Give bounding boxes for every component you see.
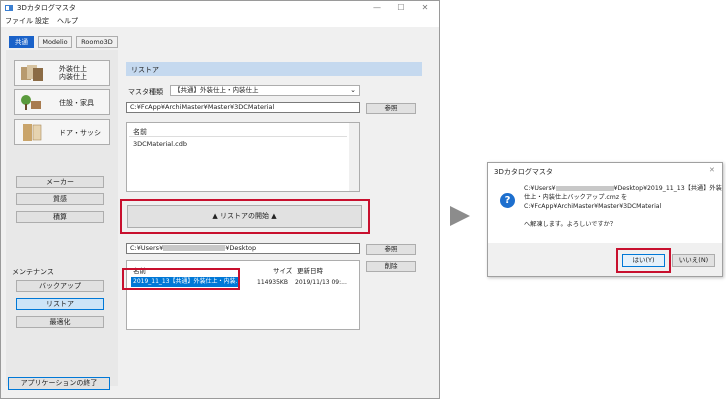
furniture-icon <box>21 95 41 110</box>
category-label: ドア・サッシ <box>59 129 101 137</box>
right-triangle-arrow-icon <box>450 206 470 226</box>
highlight-yes-button <box>616 248 671 273</box>
message-line3: C:¥FcApp¥ArchiMaster¥Master¥3DCMaterial <box>524 203 662 210</box>
master-type-label: マスタ種類 <box>128 88 163 96</box>
master-type-value: 【共通】外装仕上・内装仕上 <box>174 86 259 94</box>
maker-button[interactable]: メーカー <box>16 176 104 188</box>
highlight-backup-row <box>122 268 240 290</box>
menu-file[interactable]: ファイル <box>5 16 33 26</box>
menu-bar: ファイル 設定 ヘルプ <box>1 15 439 27</box>
backup-path-prefix: C:¥Users¥ <box>130 244 164 252</box>
tab-common[interactable]: 共通 <box>9 36 34 48</box>
menu-settings[interactable]: 設定 <box>35 16 49 26</box>
maximize-button[interactable]: ☐ <box>391 2 411 13</box>
category-exterior-interior-finish[interactable]: 外装仕上 内装仕上 <box>14 60 110 86</box>
texture-button[interactable]: 質感 <box>16 193 104 205</box>
app-icon <box>5 5 13 11</box>
dialog-title: 3Dカタログマスタ <box>494 168 553 176</box>
title-bar: 3Dカタログマスタ — ☐ ✕ <box>1 1 439 15</box>
chevron-down-icon: ⌄ <box>350 86 356 94</box>
delete-button[interactable]: 削除 <box>366 261 416 272</box>
category-label: 住設・家具 <box>59 99 94 107</box>
master-type-select[interactable]: 【共通】外装仕上・内装仕上 ⌄ <box>170 85 360 96</box>
browse-button[interactable]: 参照 <box>366 103 416 114</box>
redacted-username <box>555 185 614 191</box>
backup-path-field[interactable]: C:¥Users¥ ¥Desktop <box>126 243 360 254</box>
tab-modelio[interactable]: Modelio <box>38 36 72 48</box>
estimate-button[interactable]: 積算 <box>16 211 104 223</box>
tab-roomo3d[interactable]: Roomo3D <box>76 36 118 48</box>
section-title: リストア <box>131 66 159 74</box>
message-line1-suffix: ¥Desktop¥2019_11_13【共通】外装 <box>613 185 722 192</box>
restore-start-button[interactable]: ▲ リストアの開始 ▲ <box>127 205 362 228</box>
category-door-sash[interactable]: ドア・サッシ <box>14 119 110 145</box>
close-button[interactable]: ✕ <box>415 2 435 13</box>
section-header: リストア <box>126 62 422 76</box>
dialog-close-icon[interactable]: ✕ <box>709 166 715 174</box>
no-button[interactable]: いいえ(N) <box>672 254 715 267</box>
restore-button[interactable]: リストア <box>16 298 104 310</box>
message-line1-prefix: C:¥Users¥ <box>524 185 556 192</box>
finish-material-icon <box>21 65 43 81</box>
minimize-button[interactable]: — <box>367 2 387 13</box>
row-date: 2019/11/13 09:... <box>295 279 347 286</box>
optimize-button[interactable]: 最適化 <box>16 316 104 328</box>
exit-app-button[interactable]: アプリケーションの終了 <box>8 377 110 390</box>
category-label: 外装仕上 内装仕上 <box>59 65 87 81</box>
column-header-size: サイズ <box>273 267 293 275</box>
scrollbar[interactable] <box>349 123 359 191</box>
divider <box>129 136 347 137</box>
master-file-list[interactable]: 名前 3DCMaterial.cdb <box>126 122 360 192</box>
column-header-date: 更新日時 <box>297 267 323 275</box>
list-item[interactable]: 3DCMaterial.cdb <box>133 140 187 148</box>
backup-path-suffix: ¥Desktop <box>225 244 257 252</box>
redacted-username <box>163 245 226 251</box>
menu-help[interactable]: ヘルプ <box>57 16 78 26</box>
browse-backup-button[interactable]: 参照 <box>366 244 416 255</box>
row-size: 114935KB <box>257 279 288 286</box>
dialog-message: C:¥Users¥ ¥Desktop¥2019_11_13【共通】外装 仕上・内装… <box>524 184 722 229</box>
question-icon: ? <box>500 193 515 208</box>
category-equipment-furniture[interactable]: 住設・家具 <box>14 89 110 115</box>
window-title: 3Dカタログマスタ <box>17 4 76 12</box>
backup-button[interactable]: バックアップ <box>16 280 104 292</box>
confirm-dialog: 3Dカタログマスタ ✕ ? C:¥Users¥ ¥Desktop¥2019_11_… <box>487 162 723 277</box>
message-line2: 仕上・内装仕上バックアップ.cmz を <box>524 194 628 201</box>
door-icon <box>23 124 42 141</box>
maintenance-label: メンテナンス <box>12 268 54 276</box>
master-path-field[interactable]: C:¥FcApp¥ArchiMaster¥Master¥3DCMaterial <box>126 102 360 113</box>
message-line4: へ解凍します。よろしいですか？ <box>524 221 617 228</box>
